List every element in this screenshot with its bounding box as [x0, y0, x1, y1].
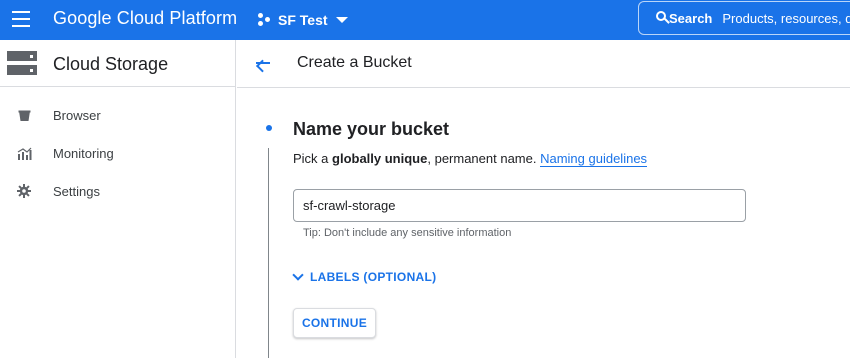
menu-icon[interactable] — [12, 11, 32, 29]
input-helper-text: Tip: Don't include any sensitive informa… — [303, 227, 512, 239]
storage-icon — [7, 51, 37, 75]
sidebar-item-label: Settings — [53, 183, 100, 199]
sidebar-header: Cloud Storage — [0, 40, 235, 87]
sidebar-item-label: Browser — [53, 107, 101, 123]
desc-text: Pick a — [293, 151, 333, 166]
gear-icon — [16, 183, 32, 199]
desc-bold-text: globally unique — [332, 151, 428, 166]
chevron-down-icon — [292, 269, 304, 281]
labels-toggle-label: LABELS (OPTIONAL) — [310, 270, 437, 284]
project-name: SF Test — [278, 12, 328, 28]
page-title: Create a Bucket — [297, 54, 412, 71]
search-placeholder: Products, resources, docs (/) — [722, 10, 850, 26]
sidebar: Cloud Storage Browser Monitoring Setting… — [0, 40, 236, 358]
sidebar-item-label: Monitoring — [53, 145, 114, 161]
naming-guidelines-link[interactable]: Naming guidelines — [540, 151, 648, 167]
project-selector[interactable]: SF Test — [258, 10, 348, 30]
continue-button[interactable]: CONTINUE — [293, 308, 376, 338]
monitoring-icon — [16, 145, 32, 161]
step-connector-line — [268, 148, 269, 358]
top-app-bar: Google Cloud Platform SF Test Search Pro… — [0, 0, 850, 40]
project-dots-icon — [258, 13, 272, 27]
sidebar-item-browser[interactable]: Browser — [0, 96, 236, 134]
sidebar-item-settings[interactable]: Settings — [0, 172, 236, 210]
desc-text: , permanent name. — [427, 151, 541, 166]
search-input[interactable]: Search Products, resources, docs (/) — [638, 1, 850, 35]
step-indicator-dot — [266, 125, 272, 131]
section-title: Name your bucket — [293, 119, 450, 139]
sidebar-item-monitoring[interactable]: Monitoring — [0, 134, 236, 172]
caret-down-icon — [335, 17, 348, 23]
labels-expand-toggle[interactable]: LABELS (OPTIONAL) — [291, 268, 436, 286]
section-description: Pick a globally unique, permanent name. … — [293, 151, 648, 167]
product-brand[interactable]: Google Cloud Platform — [53, 8, 237, 29]
back-arrow-icon[interactable] — [253, 53, 273, 73]
bucket-name-field[interactable] — [293, 189, 746, 222]
search-label: Search — [669, 10, 713, 26]
sidebar-title: Cloud Storage — [53, 54, 169, 74]
bucket-icon — [16, 107, 32, 123]
page-header: Create a Bucket — [237, 40, 850, 88]
